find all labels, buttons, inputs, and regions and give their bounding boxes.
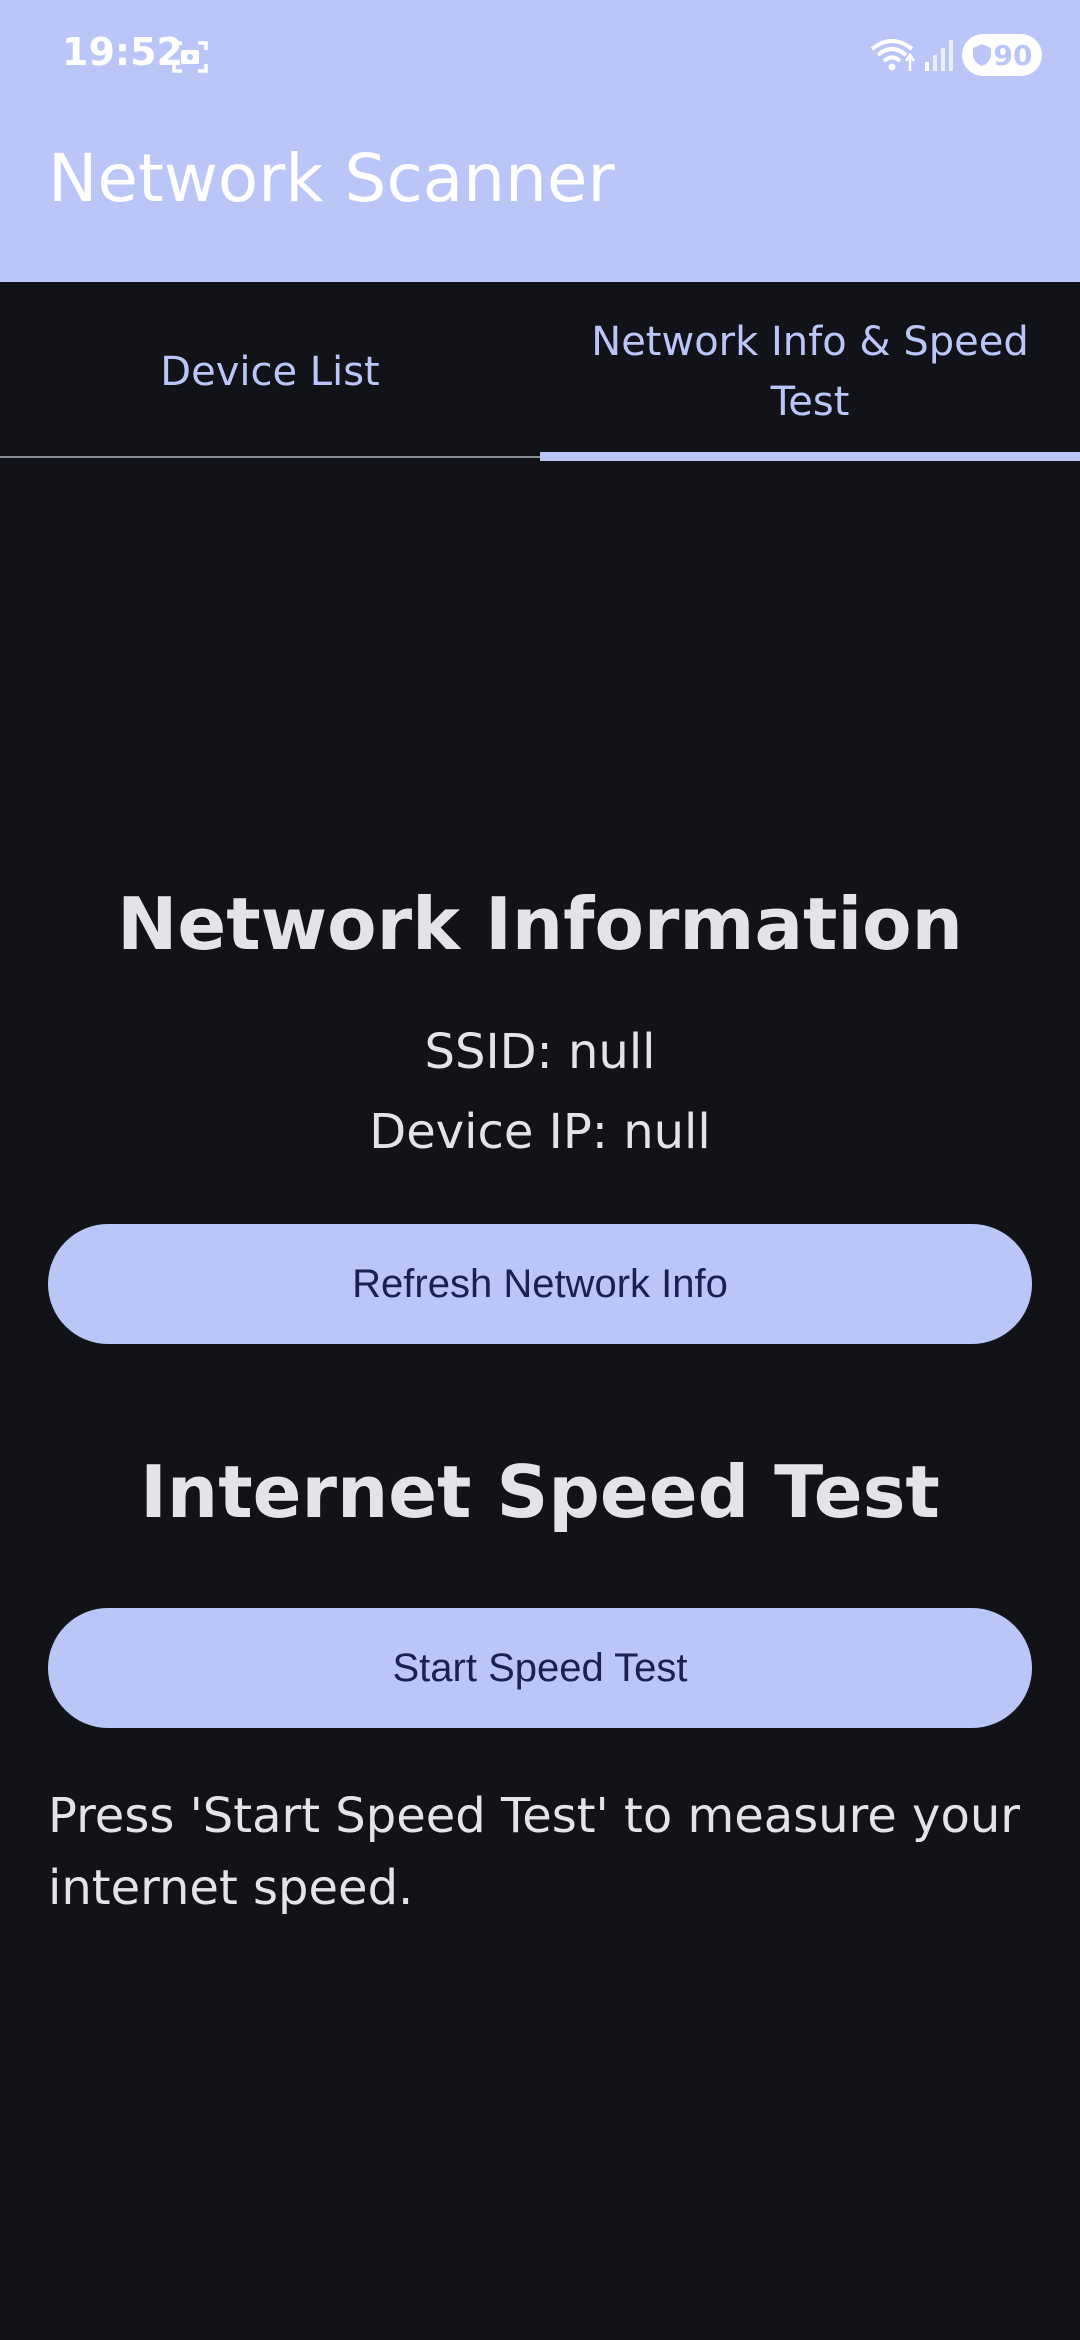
refresh-network-info-button[interactable]: Refresh Network Info (48, 1224, 1032, 1344)
internet-speed-test-heading: Internet Speed Test (140, 1450, 940, 1534)
app-bar: 19:52 90 Network Scanner (0, 0, 1080, 282)
tab-bar: Device List Network Info & Speed Test (0, 282, 1080, 462)
network-info-panel: Network Information SSID: null Device IP… (0, 462, 1080, 2340)
wifi-icon (870, 39, 916, 71)
tab-network-info-speed-test[interactable]: Network Info & Speed Test (540, 282, 1080, 462)
start-speed-test-button[interactable]: Start Speed Test (48, 1608, 1032, 1728)
tab-device-list[interactable]: Device List (0, 282, 540, 462)
speed-test-hint: Press 'Start Speed Test' to measure your… (48, 1788, 1020, 1916)
network-information-heading: Network Information (117, 882, 963, 966)
cellular-signal-icon (925, 40, 953, 71)
device-ip-text: Device IP: null (369, 1104, 711, 1160)
selected-tab-indicator (540, 452, 1080, 461)
battery-level: 90 (993, 38, 1033, 72)
status-icons: 90 (868, 32, 1042, 78)
status-time: 19:52 (62, 30, 183, 74)
screenshot-icon (172, 41, 208, 73)
app-title: Network Scanner (48, 140, 615, 217)
battery-indicator: 90 (962, 34, 1042, 76)
shield-icon (972, 44, 991, 66)
ssid-text: SSID: null (424, 1024, 656, 1080)
